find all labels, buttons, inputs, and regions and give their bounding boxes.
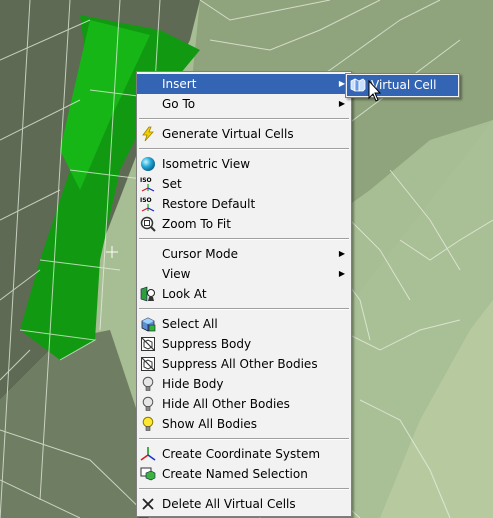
menu-item-label: Hide Body	[162, 377, 224, 391]
delete-x-icon	[140, 496, 156, 512]
menu-item-label: Hide All Other Bodies	[162, 397, 290, 411]
menu-item-label: Show All Bodies	[162, 417, 258, 431]
context-menu: Insert ▶ Go To ▶ Generate Virtual Cells …	[136, 71, 352, 517]
menu-item-label: Zoom To Fit	[162, 217, 231, 231]
iso-restore-icon: ISO	[140, 196, 156, 212]
menu-item-label: Suppress Body	[162, 337, 252, 351]
menu-item-insert[interactable]: Insert ▶	[137, 74, 351, 94]
menu-item-create-coordinate-system[interactable]: Create Coordinate System	[137, 444, 351, 464]
submenu-arrow-icon: ▶	[338, 249, 345, 258]
suppress-body-icon	[140, 336, 156, 352]
lightbulb-on-icon	[140, 416, 156, 432]
menu-item-label: Select All	[162, 317, 218, 331]
lightbulb-off-icon	[140, 396, 156, 412]
menu-separator	[139, 238, 349, 240]
menu-item-restore-default[interactable]: ISO Restore Default	[137, 194, 351, 214]
iso-set-icon: ISO	[140, 176, 156, 192]
menu-item-label: Create Named Selection	[162, 467, 308, 481]
menu-item-go-to[interactable]: Go To ▶	[137, 94, 351, 114]
menu-separator	[139, 438, 349, 440]
look-at-icon	[140, 286, 156, 302]
sphere-icon	[140, 156, 156, 172]
menu-item-delete-all-virtual-cells[interactable]: Delete All Virtual Cells	[137, 494, 351, 514]
menu-item-cursor-mode[interactable]: Cursor Mode ▶	[137, 244, 351, 264]
menu-item-look-at[interactable]: Look At	[137, 284, 351, 304]
insert-submenu: Virtual Cell	[345, 73, 460, 98]
coordinate-system-icon	[140, 446, 156, 462]
menu-item-show-all-bodies[interactable]: Show All Bodies	[137, 414, 351, 434]
menu-item-select-all[interactable]: Select All	[137, 314, 351, 334]
menu-separator	[139, 488, 349, 490]
lightning-icon	[140, 126, 156, 142]
menu-item-label: View	[162, 267, 191, 281]
suppress-body-icon	[140, 356, 156, 372]
menu-item-view[interactable]: View ▶	[137, 264, 351, 284]
svg-text:ISO: ISO	[140, 177, 152, 184]
menu-item-set[interactable]: ISO Set	[137, 174, 351, 194]
menu-item-create-named-selection[interactable]: Create Named Selection	[137, 464, 351, 484]
menu-item-label: Go To	[162, 97, 196, 111]
menu-item-generate-virtual-cells[interactable]: Generate Virtual Cells	[137, 124, 351, 144]
menu-item-label: Cursor Mode	[162, 247, 238, 261]
menu-item-label: Restore Default	[162, 197, 256, 211]
virtual-cell-icon	[350, 77, 366, 93]
submenu-arrow-icon: ▶	[338, 269, 345, 278]
menu-item-label: Create Coordinate System	[162, 447, 321, 461]
menu-item-label: Generate Virtual Cells	[162, 127, 294, 141]
menu-item-label: Insert	[162, 77, 197, 91]
menu-item-hide-body[interactable]: Hide Body	[137, 374, 351, 394]
zoom-fit-icon	[140, 216, 156, 232]
menu-item-hide-all-other-bodies[interactable]: Hide All Other Bodies	[137, 394, 351, 414]
mouse-pointer-icon	[368, 80, 382, 102]
named-selection-icon	[140, 466, 156, 482]
menu-item-suppress-body[interactable]: Suppress Body	[137, 334, 351, 354]
menu-item-zoom-to-fit[interactable]: Zoom To Fit	[137, 214, 351, 234]
select-all-icon	[140, 316, 156, 332]
menu-separator	[139, 308, 349, 310]
menu-separator	[139, 118, 349, 120]
menu-item-label: Look At	[162, 287, 207, 301]
menu-item-label: Set	[162, 177, 182, 191]
menu-item-label: Isometric View	[162, 157, 251, 171]
menu-separator	[139, 148, 349, 150]
menu-item-label: Delete All Virtual Cells	[162, 497, 296, 511]
menu-item-label: Suppress All Other Bodies	[162, 357, 318, 371]
menu-item-suppress-all-other-bodies[interactable]: Suppress All Other Bodies	[137, 354, 351, 374]
svg-text:ISO: ISO	[140, 197, 152, 204]
menu-item-virtual-cell[interactable]: Virtual Cell	[347, 75, 458, 96]
menu-item-isometric-view[interactable]: Isometric View	[137, 154, 351, 174]
lightbulb-off-icon	[140, 376, 156, 392]
